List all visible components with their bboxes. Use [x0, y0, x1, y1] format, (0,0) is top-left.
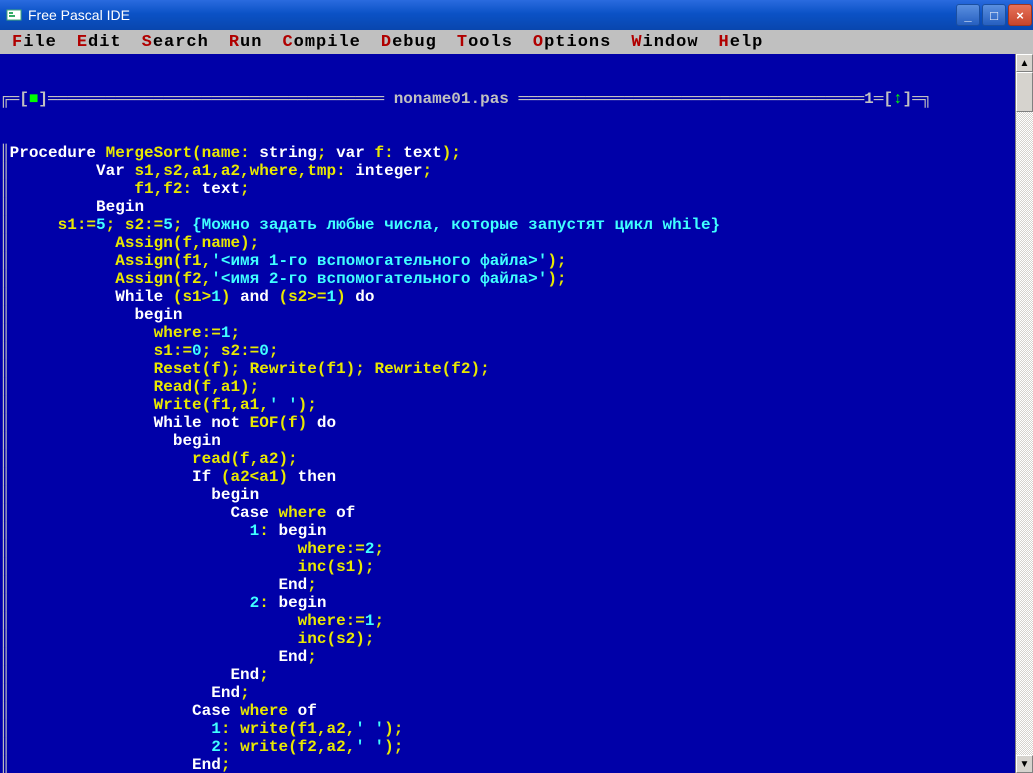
code-line[interactable]: ║ While (s1>1) and (s2>=1) do — [0, 288, 1015, 306]
code-line[interactable]: ║ 2: write(f2,a2,' '); — [0, 738, 1015, 756]
code-line[interactable]: ║ Write(f1,a1,' '); — [0, 396, 1015, 414]
menu-tools[interactable]: Tools — [457, 33, 513, 52]
menu-debug[interactable]: Debug — [381, 33, 437, 52]
code-line[interactable]: ║ 1: begin — [0, 522, 1015, 540]
code-line[interactable]: ║Procedure MergeSort(name: string; var f… — [0, 144, 1015, 162]
close-button[interactable]: × — [1008, 4, 1032, 26]
code-line[interactable]: ║ Case where of — [0, 504, 1015, 522]
code-line[interactable]: ║ Assign(f1,'<имя 1-го вспомогательного … — [0, 252, 1015, 270]
maximize-button[interactable]: □ — [982, 4, 1006, 26]
code-line[interactable]: ║ begin — [0, 486, 1015, 504]
menu-help[interactable]: Help — [719, 33, 764, 52]
menu-edit[interactable]: Edit — [77, 33, 122, 52]
code-line[interactable]: ║ Read(f,a1); — [0, 378, 1015, 396]
code-line[interactable]: ║ 1: write(f1,a2,' '); — [0, 720, 1015, 738]
window-title: Free Pascal IDE — [28, 7, 130, 23]
menu-run[interactable]: Run — [229, 33, 263, 52]
code-line[interactable]: ║ where:=1; — [0, 612, 1015, 630]
code-line[interactable]: ║ inc(s2); — [0, 630, 1015, 648]
scrollbar-thumb[interactable] — [1016, 72, 1033, 112]
minimize-button[interactable]: _ — [956, 4, 980, 26]
code-line[interactable]: ║ End; — [0, 576, 1015, 594]
code-line[interactable]: ║ Var s1,s2,a1,a2,where,tmp: integer; — [0, 162, 1015, 180]
code-line[interactable]: ║ While not EOF(f) do — [0, 414, 1015, 432]
menubar: File Edit Search Run Compile Debug Tools Option… — [0, 30, 1033, 54]
window-titlebar: Free Pascal IDE _ □ × — [0, 0, 1033, 30]
code-line[interactable]: ║ If (a2<a1) then — [0, 468, 1015, 486]
code-line[interactable]: ║ Assign(f,name); — [0, 234, 1015, 252]
menu-file[interactable]: File — [12, 33, 57, 52]
scrollbar-track[interactable] — [1016, 72, 1033, 755]
code-line[interactable]: ║ End; — [0, 756, 1015, 773]
code-line[interactable]: ║ begin — [0, 432, 1015, 450]
code-line[interactable]: ║ Begin — [0, 198, 1015, 216]
menu-options[interactable]: Options — [533, 33, 611, 52]
code-line[interactable]: ║ 2: begin — [0, 594, 1015, 612]
menu-window[interactable]: Window — [631, 33, 698, 52]
scroll-up-button[interactable]: ▲ — [1016, 54, 1033, 72]
code-editor[interactable]: ╔═[■]═══════════════════════════════════… — [0, 54, 1015, 773]
code-line[interactable]: ║ where:=1; — [0, 324, 1015, 342]
code-line[interactable]: ║ inc(s1); — [0, 558, 1015, 576]
code-line[interactable]: ║ Reset(f); Rewrite(f1); Rewrite(f2); — [0, 360, 1015, 378]
code-line[interactable]: ║ End; — [0, 648, 1015, 666]
code-line[interactable]: ║ End; — [0, 684, 1015, 702]
editor-frame-top: ╔═[■]═══════════════════════════════════… — [0, 90, 1015, 108]
vertical-scrollbar[interactable]: ▲ ▼ — [1015, 54, 1033, 773]
code-line[interactable]: ║ Case where of — [0, 702, 1015, 720]
code-line[interactable]: ║ where:=2; — [0, 540, 1015, 558]
code-line[interactable]: ║ s1:=0; s2:=0; — [0, 342, 1015, 360]
code-line[interactable]: ║ s1:=5; s2:=5; {Можно задать любые числ… — [0, 216, 1015, 234]
menu-compile[interactable]: Compile — [282, 33, 360, 52]
menu-search[interactable]: Search — [142, 33, 209, 52]
code-area[interactable]: ║Procedure MergeSort(name: string; var f… — [0, 144, 1015, 773]
code-line[interactable]: ║ begin — [0, 306, 1015, 324]
app-icon — [6, 7, 22, 23]
code-line[interactable]: ║ Assign(f2,'<имя 2-го вспомогательного … — [0, 270, 1015, 288]
code-line[interactable]: ║ f1,f2: text; — [0, 180, 1015, 198]
editor-filename: noname01.pas — [394, 90, 509, 108]
code-line[interactable]: ║ End; — [0, 666, 1015, 684]
workspace: ╔═[■]═══════════════════════════════════… — [0, 54, 1033, 773]
scroll-down-button[interactable]: ▼ — [1016, 755, 1033, 773]
code-line[interactable]: ║ read(f,a2); — [0, 450, 1015, 468]
